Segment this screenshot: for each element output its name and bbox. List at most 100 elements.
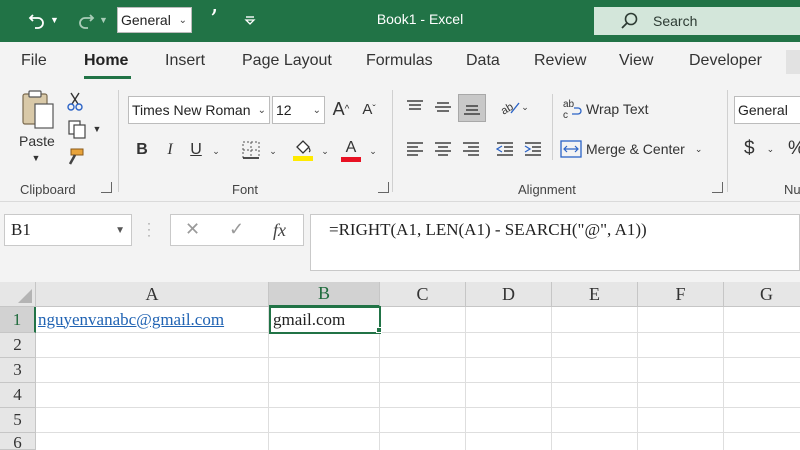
cell-a2[interactable] bbox=[36, 333, 269, 358]
cell-d3[interactable] bbox=[466, 358, 552, 383]
enter-icon[interactable]: ✓ bbox=[229, 219, 244, 240]
increase-indent-icon[interactable] bbox=[522, 138, 544, 160]
column-header-a[interactable]: A bbox=[36, 282, 269, 307]
format-painter-icon[interactable] bbox=[64, 146, 86, 168]
row-header-3[interactable]: 3 bbox=[0, 358, 36, 383]
row-header-1[interactable]: 1 bbox=[0, 307, 36, 333]
cell-g3[interactable] bbox=[724, 358, 800, 383]
align-right-icon[interactable] bbox=[460, 138, 482, 160]
formula-bar-resize-handle[interactable]: · · · bbox=[147, 217, 151, 241]
tab-view[interactable]: View bbox=[619, 52, 653, 70]
tab-developer[interactable]: Developer bbox=[689, 52, 762, 70]
column-header-f[interactable]: F bbox=[638, 282, 724, 307]
column-header-c[interactable]: C bbox=[380, 282, 466, 307]
search-box[interactable]: Search bbox=[594, 7, 800, 35]
tab-page-layout[interactable]: Page Layout bbox=[242, 52, 332, 70]
chevron-down-icon[interactable]: ⌄ bbox=[208, 144, 224, 158]
cell-g1[interactable] bbox=[724, 307, 800, 333]
top-align-icon[interactable] bbox=[404, 96, 426, 118]
cell-b2[interactable] bbox=[269, 333, 380, 358]
cell-d4[interactable] bbox=[466, 383, 552, 408]
cell-e4[interactable] bbox=[552, 383, 638, 408]
cell-a1[interactable]: nguyenvanabc@gmail.com bbox=[36, 307, 269, 333]
cell-d2[interactable] bbox=[466, 333, 552, 358]
number-format-select[interactable]: General bbox=[734, 96, 800, 124]
cell-e2[interactable] bbox=[552, 333, 638, 358]
cell-b5[interactable] bbox=[269, 408, 380, 433]
decrease-font-size-icon[interactable]: Aˇ bbox=[358, 96, 380, 122]
fill-color-button[interactable] bbox=[292, 136, 314, 164]
copy-button[interactable]: ▼ bbox=[64, 118, 104, 140]
cell-c6[interactable] bbox=[380, 433, 466, 450]
cell-e6[interactable] bbox=[552, 433, 638, 450]
chevron-down-icon[interactable]: ⌄ bbox=[266, 144, 280, 158]
font-launcher-icon[interactable] bbox=[378, 182, 389, 193]
cell-f1[interactable] bbox=[638, 307, 724, 333]
column-header-d[interactable]: D bbox=[466, 282, 552, 307]
comma-style-icon[interactable]: ’ bbox=[202, 5, 226, 35]
row-header-4[interactable]: 4 bbox=[0, 383, 36, 408]
middle-align-icon[interactable] bbox=[432, 96, 454, 118]
cell-d6[interactable] bbox=[466, 433, 552, 450]
insert-function-icon[interactable]: fx bbox=[273, 220, 286, 241]
wrap-text-button[interactable]: ab c Wrap Text bbox=[562, 98, 649, 120]
fill-handle[interactable] bbox=[376, 327, 382, 333]
cell-g4[interactable] bbox=[724, 383, 800, 408]
tab-home[interactable]: Home bbox=[84, 52, 128, 70]
cell-c1[interactable] bbox=[380, 307, 466, 333]
cell-d5[interactable] bbox=[466, 408, 552, 433]
tab-insert[interactable]: Insert bbox=[165, 52, 205, 70]
chevron-down-icon[interactable]: ⌄ bbox=[318, 144, 332, 158]
font-color-button[interactable]: A bbox=[340, 136, 362, 164]
cell-c3[interactable] bbox=[380, 358, 466, 383]
cell-e5[interactable] bbox=[552, 408, 638, 433]
increase-font-size-icon[interactable]: A ^ bbox=[330, 96, 352, 122]
underline-button[interactable]: U bbox=[186, 138, 206, 162]
cell-d1[interactable] bbox=[466, 307, 552, 333]
tab-review[interactable]: Review bbox=[534, 52, 586, 70]
paste-icon[interactable] bbox=[18, 88, 58, 132]
tab-data[interactable]: Data bbox=[466, 52, 500, 70]
column-header-e[interactable]: E bbox=[552, 282, 638, 307]
cell-a3[interactable] bbox=[36, 358, 269, 383]
cell-g2[interactable] bbox=[724, 333, 800, 358]
font-name-select[interactable]: Times New Roman ⌄ bbox=[128, 96, 270, 124]
clipboard-launcher-icon[interactable] bbox=[101, 182, 112, 193]
cell-c5[interactable] bbox=[380, 408, 466, 433]
cell-a4[interactable] bbox=[36, 383, 269, 408]
cell-e3[interactable] bbox=[552, 358, 638, 383]
cell-b4[interactable] bbox=[269, 383, 380, 408]
tabs-scroll-button[interactable] bbox=[786, 50, 800, 74]
cell-f4[interactable] bbox=[638, 383, 724, 408]
chevron-down-icon[interactable]: ⌄ bbox=[366, 144, 380, 158]
cell-f3[interactable] bbox=[638, 358, 724, 383]
percent-icon[interactable]: % bbox=[788, 138, 800, 160]
cut-icon[interactable] bbox=[64, 90, 86, 112]
bottom-align-icon[interactable] bbox=[458, 94, 486, 122]
bold-button[interactable]: B bbox=[132, 138, 152, 162]
orientation-button[interactable]: ab ⌄ bbox=[496, 96, 532, 118]
cell-g6[interactable] bbox=[724, 433, 800, 450]
cell-a6[interactable] bbox=[36, 433, 269, 450]
row-header-2[interactable]: 2 bbox=[0, 333, 36, 358]
font-size-select[interactable]: 12 ⌄ bbox=[272, 96, 325, 124]
cell-f2[interactable] bbox=[638, 333, 724, 358]
name-box[interactable]: B1 ▼ bbox=[4, 214, 132, 246]
redo-button[interactable]: ▼ bbox=[72, 7, 112, 33]
cell-c4[interactable] bbox=[380, 383, 466, 408]
cell-g5[interactable] bbox=[724, 408, 800, 433]
cell-a5[interactable] bbox=[36, 408, 269, 433]
cell-e1[interactable] bbox=[552, 307, 638, 333]
currency-button[interactable]: $ ⌄ bbox=[744, 138, 774, 160]
alignment-launcher-icon[interactable] bbox=[712, 182, 723, 193]
formula-input[interactable]: =RIGHT(A1, LEN(A1) - SEARCH("@", A1)) bbox=[310, 214, 800, 271]
row-header-5[interactable]: 5 bbox=[0, 408, 36, 433]
undo-button[interactable]: ▼ bbox=[22, 7, 64, 33]
align-center-icon[interactable] bbox=[432, 138, 454, 160]
quick-number-format-select[interactable]: General ⌄ bbox=[117, 7, 192, 33]
row-header-6[interactable]: 6 bbox=[0, 433, 36, 450]
cell-f6[interactable] bbox=[638, 433, 724, 450]
customize-toolbar-button[interactable] bbox=[240, 7, 260, 33]
tab-formulas[interactable]: Formulas bbox=[366, 52, 433, 70]
cell-b6[interactable] bbox=[269, 433, 380, 450]
